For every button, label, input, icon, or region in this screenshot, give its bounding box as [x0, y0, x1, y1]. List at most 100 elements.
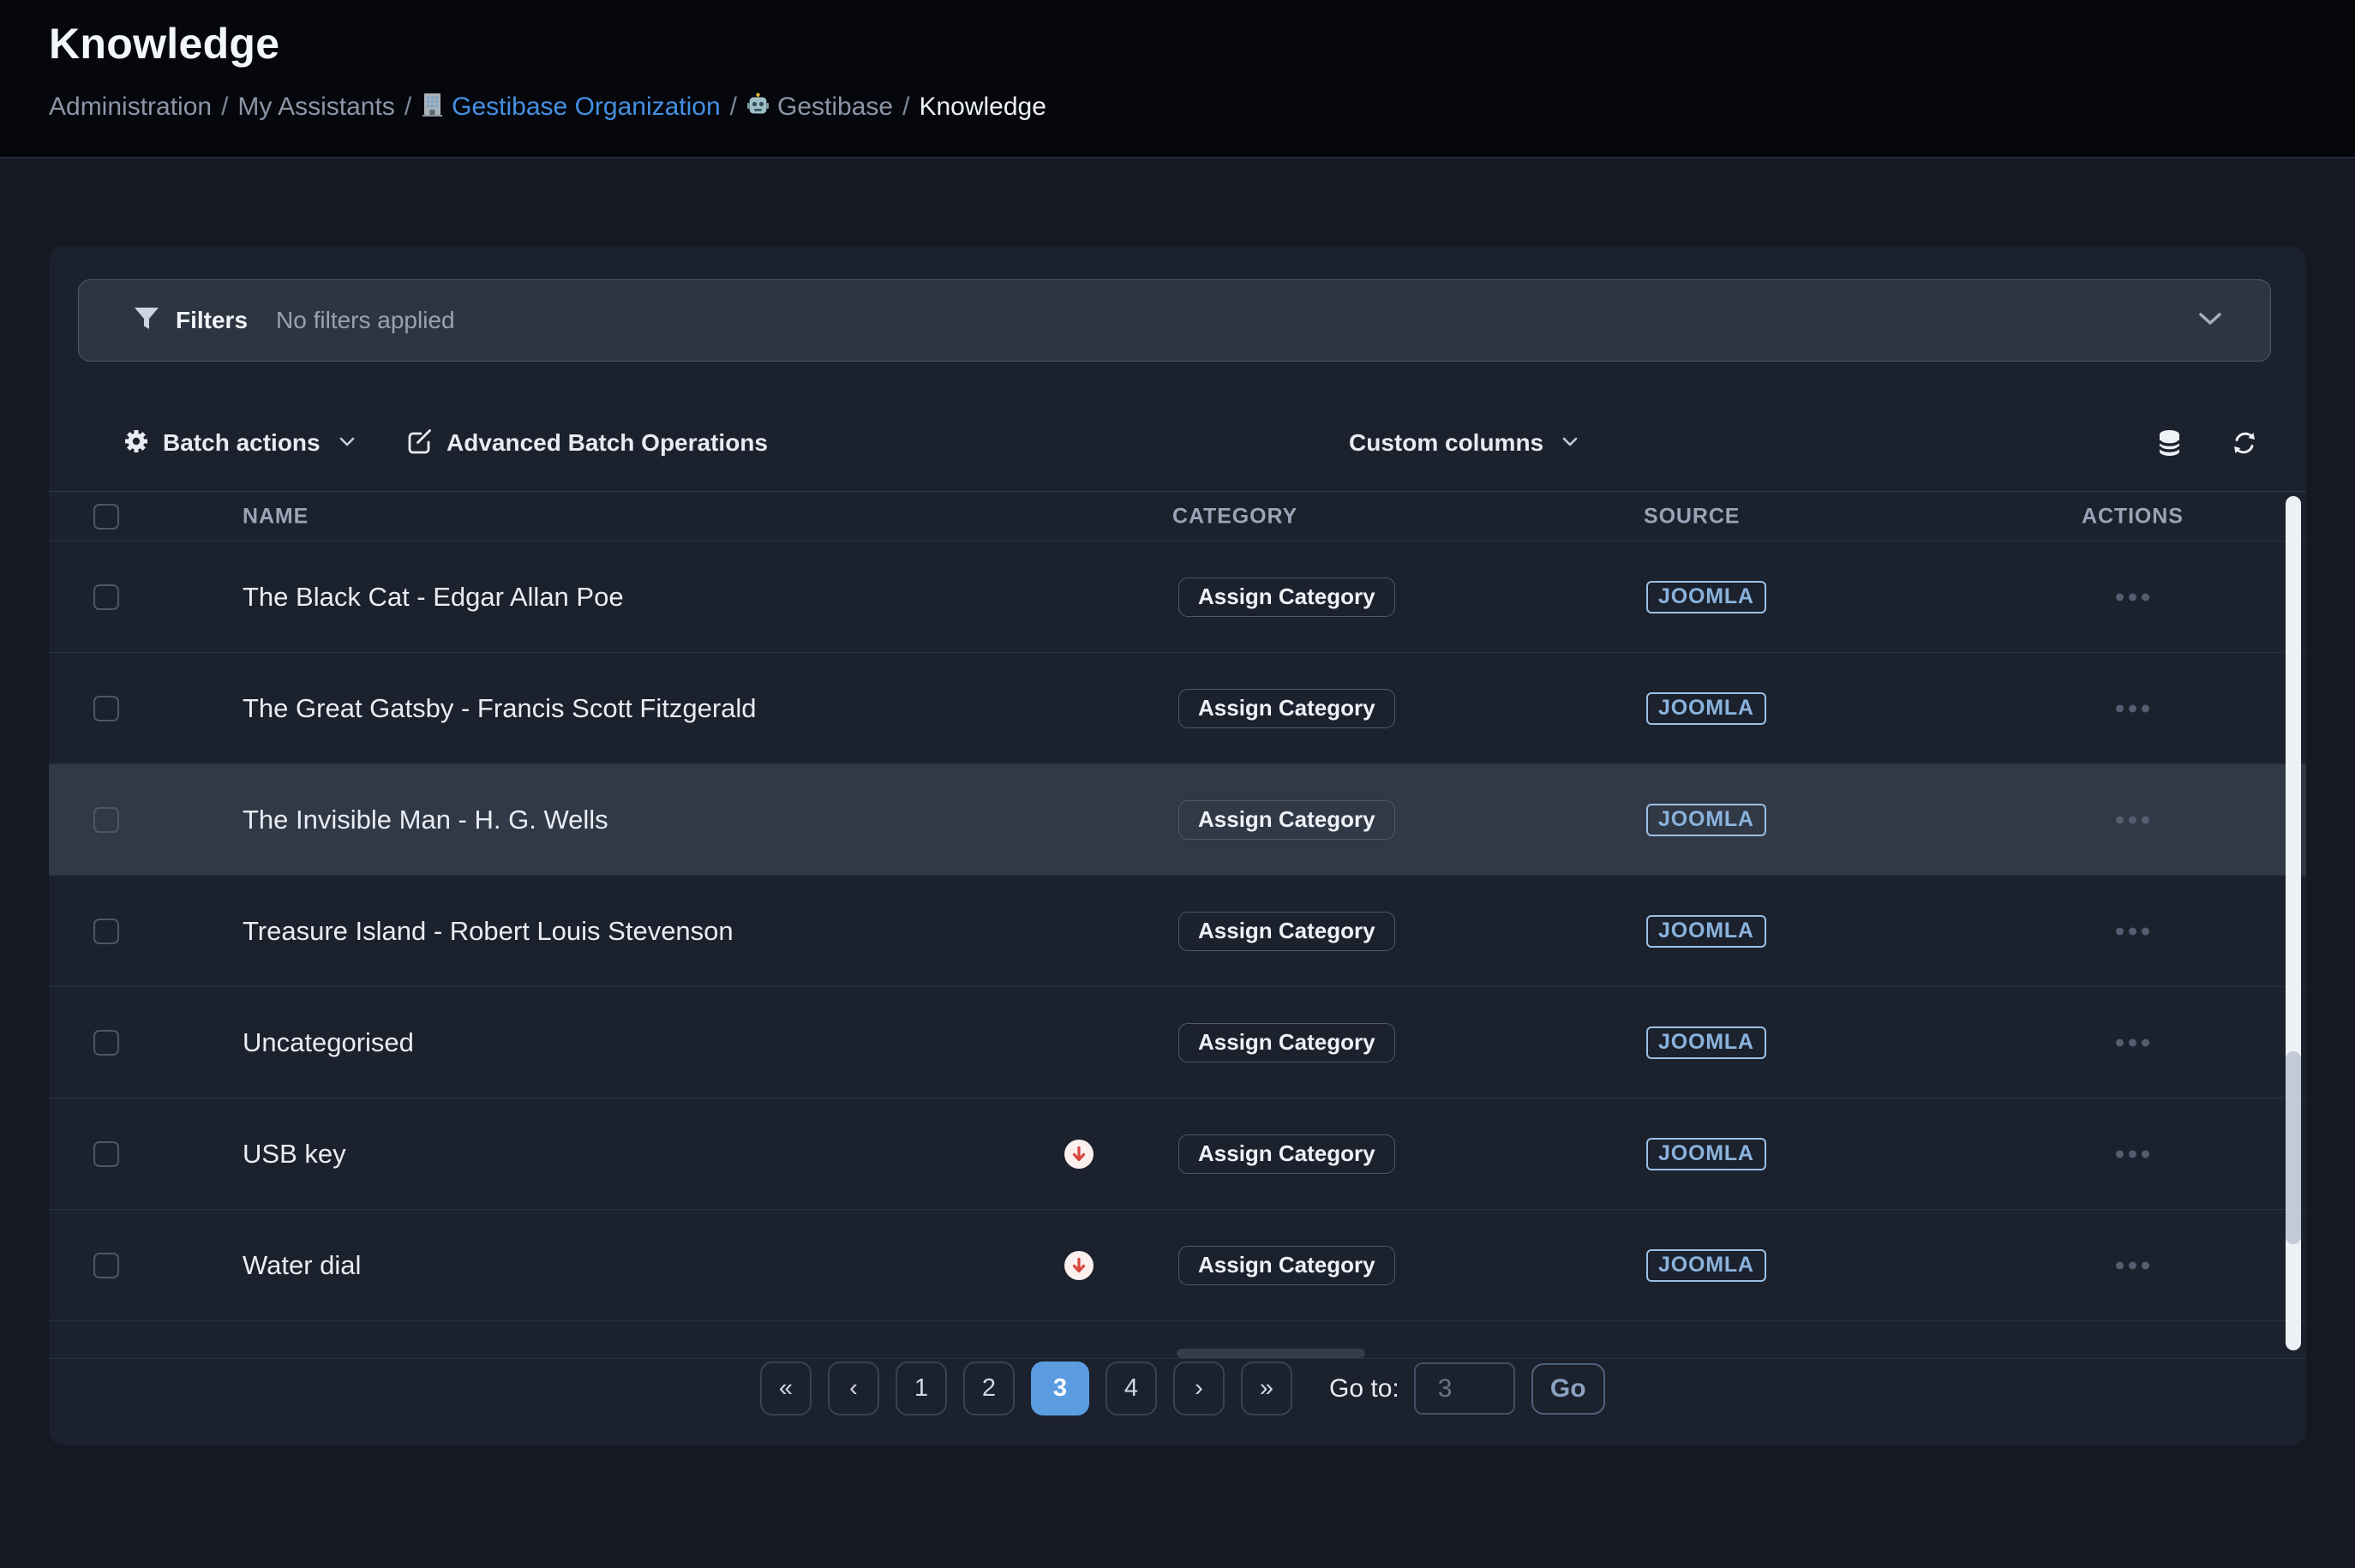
goto-page-input[interactable] — [1414, 1362, 1515, 1415]
table-row: Water dial Assign Category JOOMLA — [49, 1210, 2306, 1321]
row-actions-menu-button[interactable] — [2116, 593, 2149, 601]
pagination-button[interactable]: › — [1173, 1362, 1225, 1415]
row-checkbox[interactable] — [93, 696, 119, 721]
goto-label: Go to: — [1329, 1374, 1399, 1403]
advanced-batch-operations-label: Advanced Batch Operations — [446, 429, 768, 457]
source-badge: JOOMLA — [1646, 915, 1766, 948]
pagination-pages: « ‹ 1234 › » — [760, 1362, 1292, 1415]
assign-category-button[interactable]: Assign Category — [1178, 800, 1395, 840]
go-button[interactable]: Go — [1531, 1363, 1605, 1415]
row-checkbox[interactable] — [93, 1141, 119, 1167]
pagination-button[interactable]: 2 — [963, 1362, 1015, 1415]
source-badge: JOOMLA — [1646, 1138, 1766, 1170]
filters-bar[interactable]: Filters No filters applied — [78, 279, 2271, 362]
row-name: Water dial — [243, 1250, 361, 1281]
table-row: USB key Assign Category JOOMLA — [49, 1098, 2306, 1210]
pagination-button[interactable]: » — [1241, 1362, 1292, 1415]
column-header-name: NAME — [243, 504, 309, 529]
batch-actions-button[interactable]: Batch actions — [123, 417, 355, 469]
content-card: Filters No filters applied Batch actions — [49, 246, 2306, 1445]
breadcrumb-label: Gestibase Organization — [452, 93, 721, 122]
source-badge: JOOMLA — [1646, 1026, 1766, 1059]
filters-status: No filters applied — [276, 307, 455, 334]
row-name: Uncategorised — [243, 1027, 414, 1058]
row-name: The Great Gatsby - Francis Scott Fitzger… — [243, 693, 757, 724]
vertical-scrollbar-track[interactable] — [2286, 496, 2301, 1350]
select-all-checkbox[interactable] — [93, 504, 119, 530]
breadcrumb-label: Gestibase — [777, 93, 893, 122]
row-name: USB key — [243, 1139, 346, 1170]
robot-icon — [746, 93, 770, 123]
breadcrumb-item[interactable]: Gestibase Organization — [421, 92, 721, 123]
row-actions-menu-button[interactable] — [2116, 1038, 2149, 1046]
source-badge: JOOMLA — [1646, 1249, 1766, 1282]
breadcrumb-label: Administration — [49, 93, 212, 122]
pagination-button[interactable]: ‹ — [828, 1362, 879, 1415]
assign-category-button[interactable]: Assign Category — [1178, 1134, 1395, 1174]
row-name: Treasure Island - Robert Louis Stevenson — [243, 916, 734, 947]
row-actions-menu-button[interactable] — [2116, 704, 2149, 712]
breadcrumb: Administration / My Assistants / Gestibase O… — [49, 90, 1046, 124]
download-icon — [1064, 1140, 1094, 1169]
custom-columns-button[interactable]: Custom columns — [1349, 417, 1578, 469]
row-checkbox[interactable] — [93, 807, 119, 833]
row-actions-menu-button[interactable] — [2116, 1261, 2149, 1269]
assign-category-button[interactable]: Assign Category — [1178, 578, 1395, 617]
row-checkbox[interactable] — [93, 1253, 119, 1278]
page-title: Knowledge — [49, 19, 279, 69]
breadcrumb-item[interactable]: My Assistants — [237, 93, 394, 122]
chevron-down-icon — [339, 435, 355, 451]
breadcrumb-label: Knowledge — [919, 93, 1046, 122]
pagination-divider — [49, 1358, 2306, 1359]
assign-category-button[interactable]: Assign Category — [1178, 1246, 1395, 1285]
breadcrumb-item[interactable]: Administration — [49, 93, 212, 122]
download-icon — [1064, 1251, 1094, 1280]
gear-icon — [123, 428, 149, 458]
row-checkbox[interactable] — [93, 1030, 119, 1056]
column-header-category: CATEGORY — [1172, 504, 1297, 529]
pagination-button[interactable]: « — [760, 1362, 812, 1415]
database-icon[interactable] — [2155, 429, 2183, 457]
column-header-source: SOURCE — [1644, 504, 1740, 529]
row-name: The Black Cat - Edgar Allan Poe — [243, 582, 624, 613]
assign-category-button[interactable]: Assign Category — [1178, 689, 1395, 728]
pagination: « ‹ 1234 › » Go to: Go — [760, 1362, 1605, 1415]
row-name: The Invisible Man - H. G. Wells — [243, 805, 608, 835]
chevron-down-icon[interactable] — [2198, 312, 2222, 330]
assign-category-button[interactable]: Assign Category — [1178, 912, 1395, 951]
chevron-down-icon — [1562, 435, 1578, 451]
horizontal-scrollbar-thumb[interactable] — [1177, 1349, 1365, 1358]
assign-category-button[interactable]: Assign Category — [1178, 1023, 1395, 1062]
table-header: NAME CATEGORY SOURCE ACTIONS — [49, 491, 2306, 542]
row-actions-menu-button[interactable] — [2116, 927, 2149, 935]
row-actions-menu-button[interactable] — [2116, 816, 2149, 823]
advanced-batch-operations-button[interactable]: Advanced Batch Operations — [405, 417, 768, 469]
row-checkbox[interactable] — [93, 919, 119, 944]
table-row: The Black Cat - Edgar Allan Poe Assign C… — [49, 542, 2306, 653]
refresh-icon[interactable] — [2231, 429, 2258, 457]
edit-square-icon — [405, 428, 433, 459]
custom-columns-label: Custom columns — [1349, 429, 1543, 457]
breadcrumb-separator: / — [902, 93, 909, 122]
page-header: Knowledge Administration / My Assistants / G… — [0, 0, 2355, 159]
pagination-button[interactable]: 1 — [896, 1362, 947, 1415]
table-row: The Great Gatsby - Francis Scott Fitzger… — [49, 653, 2306, 764]
row-checkbox[interactable] — [93, 584, 119, 610]
pagination-button[interactable]: 3 — [1031, 1362, 1089, 1415]
breadcrumb-separator: / — [730, 93, 737, 122]
table-row: Uncategorised Assign Category JOOMLA — [49, 987, 2306, 1098]
source-badge: JOOMLA — [1646, 804, 1766, 836]
column-header-actions: ACTIONS — [2082, 504, 2184, 529]
breadcrumb-label: My Assistants — [237, 93, 394, 122]
source-badge: JOOMLA — [1646, 692, 1766, 725]
pagination-button[interactable]: 4 — [1106, 1362, 1157, 1415]
batch-actions-label: Batch actions — [163, 429, 321, 457]
table-body: The Black Cat - Edgar Allan Poe Assign C… — [49, 542, 2306, 1321]
filter-funnel-icon — [132, 304, 161, 338]
breadcrumb-item[interactable]: Gestibase — [746, 93, 893, 123]
breadcrumb-separator: / — [404, 93, 411, 122]
row-actions-menu-button[interactable] — [2116, 1150, 2149, 1158]
building-icon — [421, 92, 444, 123]
table-row: Treasure Island - Robert Louis Stevenson… — [49, 876, 2306, 987]
vertical-scrollbar-thumb[interactable] — [2286, 1051, 2301, 1244]
